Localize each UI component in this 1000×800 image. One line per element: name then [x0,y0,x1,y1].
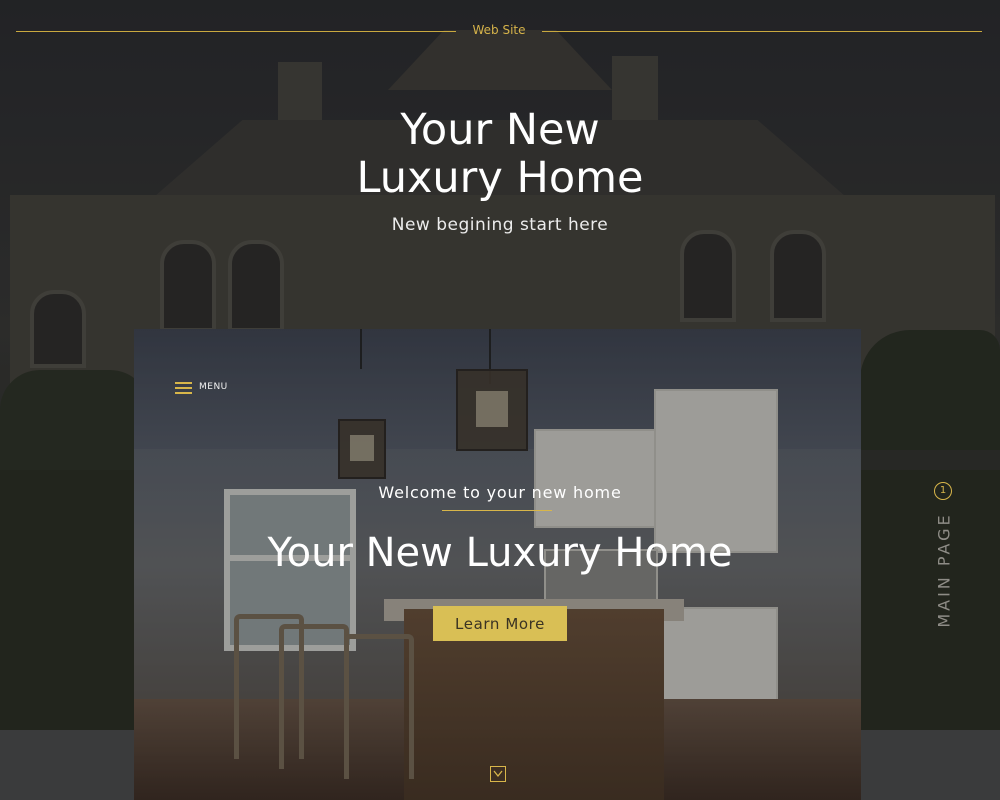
main-page-label[interactable]: MAIN PAGE [935,512,954,627]
hero-subtitle: New begining start here [391,215,609,235]
chevron-down-icon[interactable] [490,766,506,782]
site-label[interactable]: Web Site [456,23,542,37]
welcome-underline [442,510,552,511]
menu-label[interactable]: MENU [199,382,228,392]
header-divider-left [16,31,456,32]
hero-title: Your New Luxury Home [250,106,750,202]
hero-title-line-2: Luxury Home [356,153,644,203]
learn-more-button[interactable]: Learn More [433,606,567,641]
welcome-text: Welcome to your new home [378,483,622,502]
preview-title: Your New Luxury Home [267,530,733,576]
preview-card: MENU Welcome to your new home Your New L… [134,329,861,800]
page-number-badge[interactable]: 1 [934,482,952,500]
hero-title-line-1: Your New [400,105,600,155]
header-divider-right [542,31,982,32]
hamburger-icon[interactable] [175,382,192,394]
